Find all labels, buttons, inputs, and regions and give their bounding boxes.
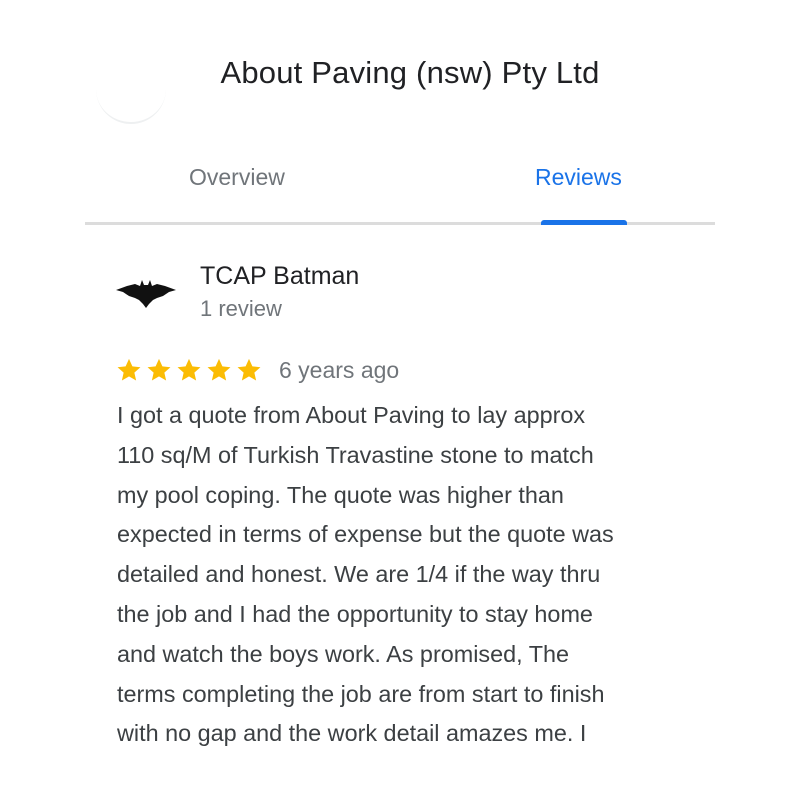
star-icon [237, 358, 261, 381]
review-text-line: with no gap and the work detail amazes m… [117, 720, 587, 747]
star-icon [207, 358, 231, 381]
reviewer-name[interactable]: TCAP Batman [200, 262, 359, 291]
reviews-panel: About Paving (nsw) Pty Ltd Overview Revi… [0, 0, 800, 800]
batman-logo-icon[interactable] [115, 278, 177, 310]
review-text: I got a quote from About Paving to lay a… [117, 396, 717, 754]
star-icon [117, 358, 141, 381]
active-tab-indicator [541, 220, 627, 225]
business-photo-edge [96, 86, 166, 124]
review-text-line: my pool coping. The quote was higher tha… [117, 481, 564, 508]
review-text-line: terms completing the job are from start … [117, 680, 605, 707]
reviewer-review-count: 1 review [200, 296, 282, 321]
review-age: 6 years ago [279, 356, 400, 383]
review-text-line: 110 sq/M of Turkish Travastine stone to … [117, 441, 594, 468]
review-text-line: I got a quote from About Paving to lay a… [117, 402, 586, 428]
star-icon [177, 358, 201, 381]
rating-row: 6 years ago [115, 353, 399, 387]
star-icon [147, 358, 171, 381]
review-text-line: the job and I had the opportunity to sta… [117, 600, 593, 627]
tab-overview[interactable]: Overview [189, 164, 285, 191]
tab-reviews[interactable]: Reviews [535, 164, 622, 191]
tab-bar: Overview Reviews [85, 140, 715, 225]
star-rating [115, 356, 263, 384]
review-text-line: expected in terms of expense but the quo… [117, 521, 614, 548]
review-text-line: detailed and honest. We are 1/4 if the w… [117, 561, 601, 588]
review-text-line: and watch the boys work. As promised, Th… [117, 640, 570, 667]
